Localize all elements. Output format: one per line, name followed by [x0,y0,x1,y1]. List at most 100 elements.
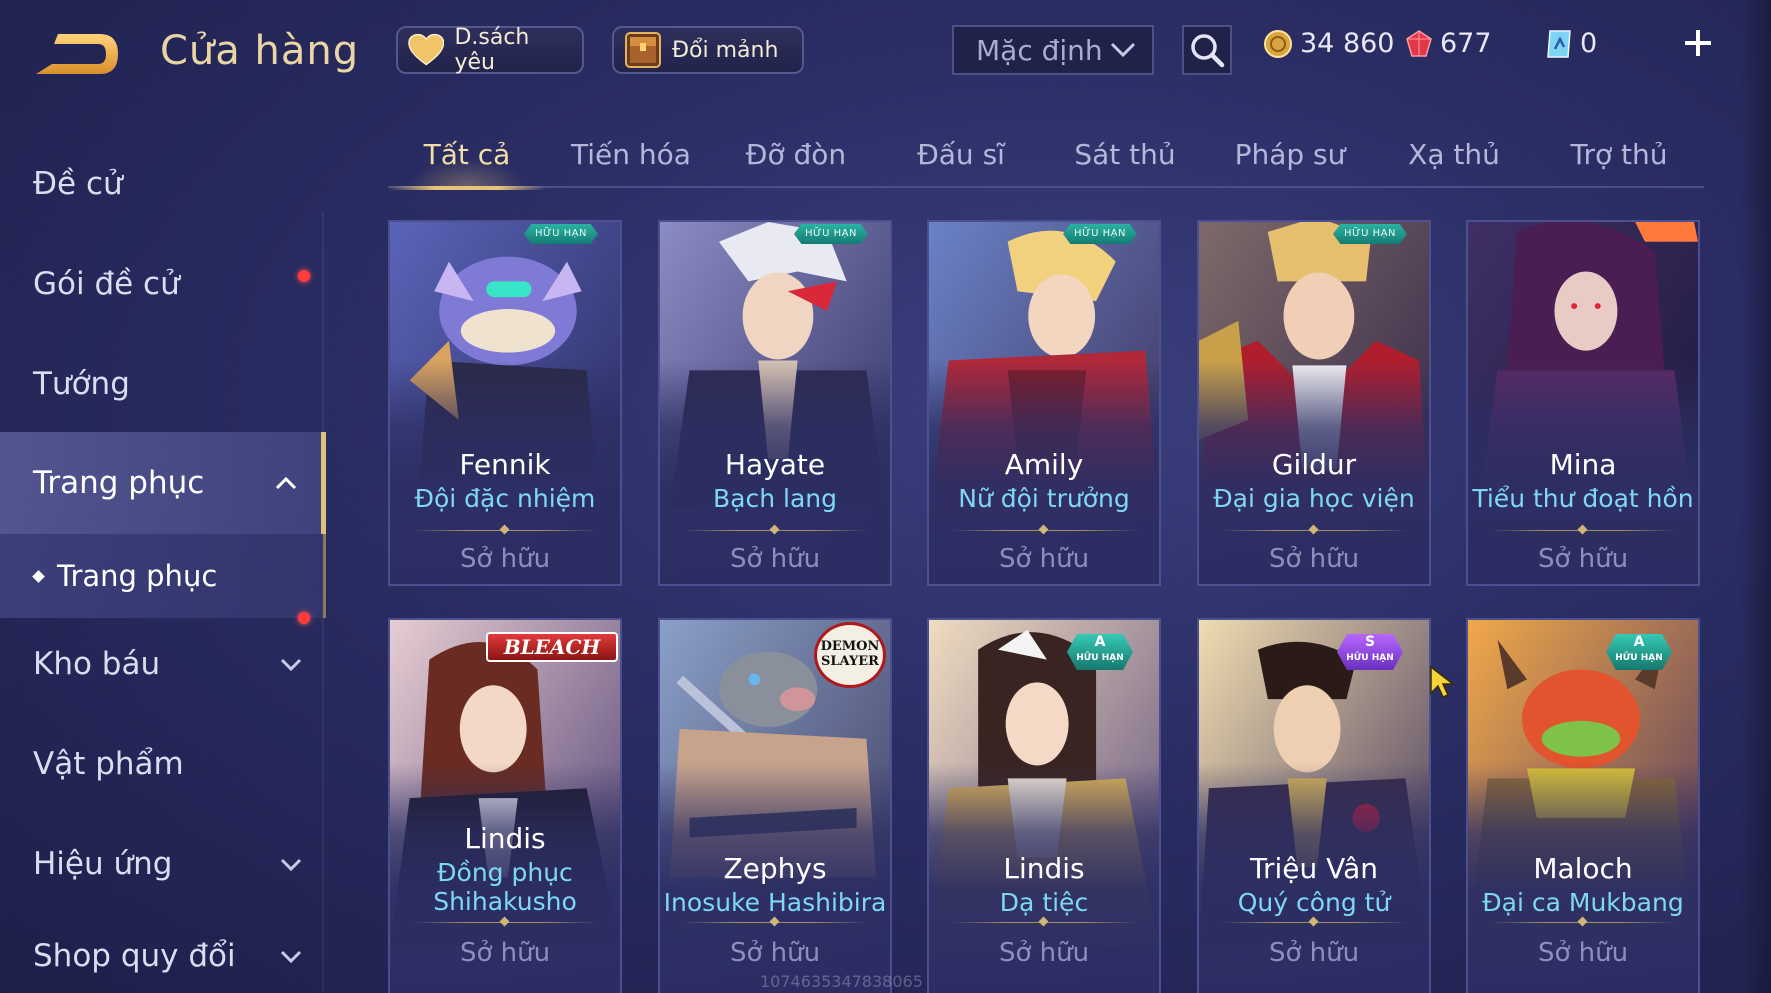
skin-name: Bạch lang [713,484,837,513]
chevron-up-icon [275,476,297,490]
wishlist-button[interactable]: D.sách yêu [396,25,584,75]
owned-label: Sở hữu [1268,938,1360,968]
search-icon [1191,34,1225,68]
screen-edge-shadow [1740,0,1771,993]
tab-assassin[interactable]: Sát thủ [1046,130,1204,186]
sidebar-subitem-label: Trang phục [57,559,218,593]
chevron-down-icon [280,950,302,964]
skin-name: Dạ tiệc [999,888,1089,917]
tab-fighter[interactable]: Đấu sĩ [882,130,1040,186]
hero-name: Fennik [459,448,551,481]
card-divider [1221,530,1407,531]
skin-card[interactable]: HỮU HẠN Hayate Bạch lang Sở hữu [658,220,892,586]
sidebar-item-recommended-packs[interactable]: Gói đề cử [0,240,326,328]
page-title: Cửa hàng [160,28,360,74]
chevron-down-icon [280,658,302,672]
sidebar-item-label: Tướng [33,366,130,402]
card-divider [682,530,868,531]
hero-name: Hayate [724,448,826,481]
sidebar-item-recommended[interactable]: Đề cử [0,140,326,228]
tab-mage[interactable]: Pháp sư [1211,130,1369,186]
tab-tank[interactable]: Đỡ đòn [717,130,875,186]
top-bar: Cửa hàng D.sách yêu Đổi mảnh Mặc định 34… [0,0,1771,100]
sidebar-item-heroes[interactable]: Tướng [0,340,326,428]
limited-text: HỮU HẠN [1615,653,1663,663]
tier-s-limited-badge: S HỮU HẠN [1337,634,1403,670]
skin-card[interactable]: A HỮU HẠN Lindis Dạ tiệc Sở hữu [927,618,1161,993]
search-button[interactable] [1182,25,1232,75]
tab-all[interactable]: Tất cả [388,130,546,190]
limited-badge: HỮU HẠN [524,224,598,244]
hero-name: Lindis [1003,852,1085,885]
sidebar-item-label: Gói đề cử [33,266,180,302]
limited-text: HỮU HẠN [1346,653,1394,663]
back-arrow-icon [36,34,118,74]
wishlist-label: D.sách yêu [454,25,530,75]
tab-marksman[interactable]: Xạ thủ [1375,130,1533,186]
card-divider [951,922,1137,923]
watermark-id: 1074635347838065 [760,972,923,991]
skin-card[interactable]: DEMON SLAYER Zephys Inosuke Hashibira Sở… [658,618,892,993]
ruby-gem-icon [1406,29,1432,57]
skin-card[interactable]: HỮU HẠN Fennik Đội đặc nhiệm Sở hữu [388,220,622,586]
skin-name: Inosuke Hashibira [663,888,887,917]
skin-card[interactable]: HỮU HẠN Gildur Đại gia học viện Sở hữu [1197,220,1431,586]
skin-card[interactable]: HỮU HẠN Amily Nữ đội trưởng Sở hữu [927,220,1161,586]
owned-label: Sở hữu [998,938,1090,968]
treasure-chest-icon [625,32,661,68]
limited-badge: HỮU HẠN [1063,224,1137,244]
sidebar-item-label: Hiệu ứng [33,846,173,882]
owned-label: Sở hữu [1537,544,1629,574]
skin-card[interactable]: S HỮU HẠN Triệu Vân Quý công tử Sở hữu [1197,618,1431,993]
skin-name: Đại ca Mukbang [1482,888,1684,917]
sidebar-item-exchange-shop[interactable]: Shop quy đổi [0,920,326,992]
owned-label: Sở hữu [998,544,1090,574]
voucher-amount: 0 [1580,28,1598,59]
card-divider [412,530,598,531]
back-button[interactable] [30,28,122,84]
sidebar-item-effects[interactable]: Hiệu ứng [0,820,326,908]
voucher-balance: 0 [1546,28,1597,59]
hero-name: Zephys [723,852,827,885]
shard-exchange-label: Đổi mảnh [672,37,779,63]
plus-icon [1685,30,1711,56]
tab-support[interactable]: Trợ thủ [1540,130,1698,186]
ruby-amount: 677 [1440,28,1492,59]
diamond-bullet-icon [32,569,45,583]
owned-label: Sở hữu [729,544,821,574]
hero-name: Mina [1549,448,1617,481]
shard-exchange-button[interactable]: Đổi mảnh [612,26,804,74]
sort-dropdown[interactable]: Mặc định [952,25,1154,75]
demon-slayer-collab-logo: DEMON SLAYER [814,622,886,688]
skin-name: Đội đặc nhiệm [414,484,596,513]
owned-label: Sở hữu [459,544,551,574]
card-divider [412,922,598,923]
skin-card[interactable]: Mina Tiểu thư đoạt hồn Sở hữu [1466,220,1700,586]
skin-name: Nữ đội trưởng [958,484,1130,513]
hero-name: Amily [1004,448,1084,481]
top-up-plus-button[interactable] [1676,24,1720,68]
tab-evolution[interactable]: Tiến hóa [552,130,710,186]
skin-card[interactable]: A HỮU HẠN Maloch Đại ca Mukbang Sở hữu [1466,618,1700,993]
skin-name: Quý công tử [1237,888,1391,917]
sidebar: Đề cử Gói đề cử Tướng Trang phục Trang p… [0,136,326,993]
gold-coin-icon [1264,29,1292,58]
hero-name: Maloch [1533,852,1633,885]
limited-text: HỮU HẠN [1076,653,1124,663]
hero-name: Lindis [464,822,546,855]
sidebar-item-items[interactable]: Vật phẩm [0,720,326,808]
heart-icon [408,33,445,66]
card-divider [1490,922,1676,923]
sidebar-subitem-skins[interactable]: Trang phục [0,534,326,618]
tier-a-limited-badge: A HỮU HẠN [1067,634,1133,670]
voucher-icon [1547,29,1571,58]
skin-name: Đồng phục Shihakusho [433,858,577,916]
owned-label: Sở hữu [1268,544,1360,574]
notification-dot [298,612,310,624]
sidebar-item-skins[interactable]: Trang phục [0,432,326,534]
skin-name: Tiểu thư đoạt hồn [1472,484,1694,513]
sidebar-item-label: Vật phẩm [33,746,184,782]
owned-label: Sở hữu [1537,938,1629,968]
sidebar-item-treasure[interactable]: Kho báu [0,612,326,708]
skin-card[interactable]: BLEACH Lindis Đồng phục Shihakusho Sở hữ… [388,618,622,993]
